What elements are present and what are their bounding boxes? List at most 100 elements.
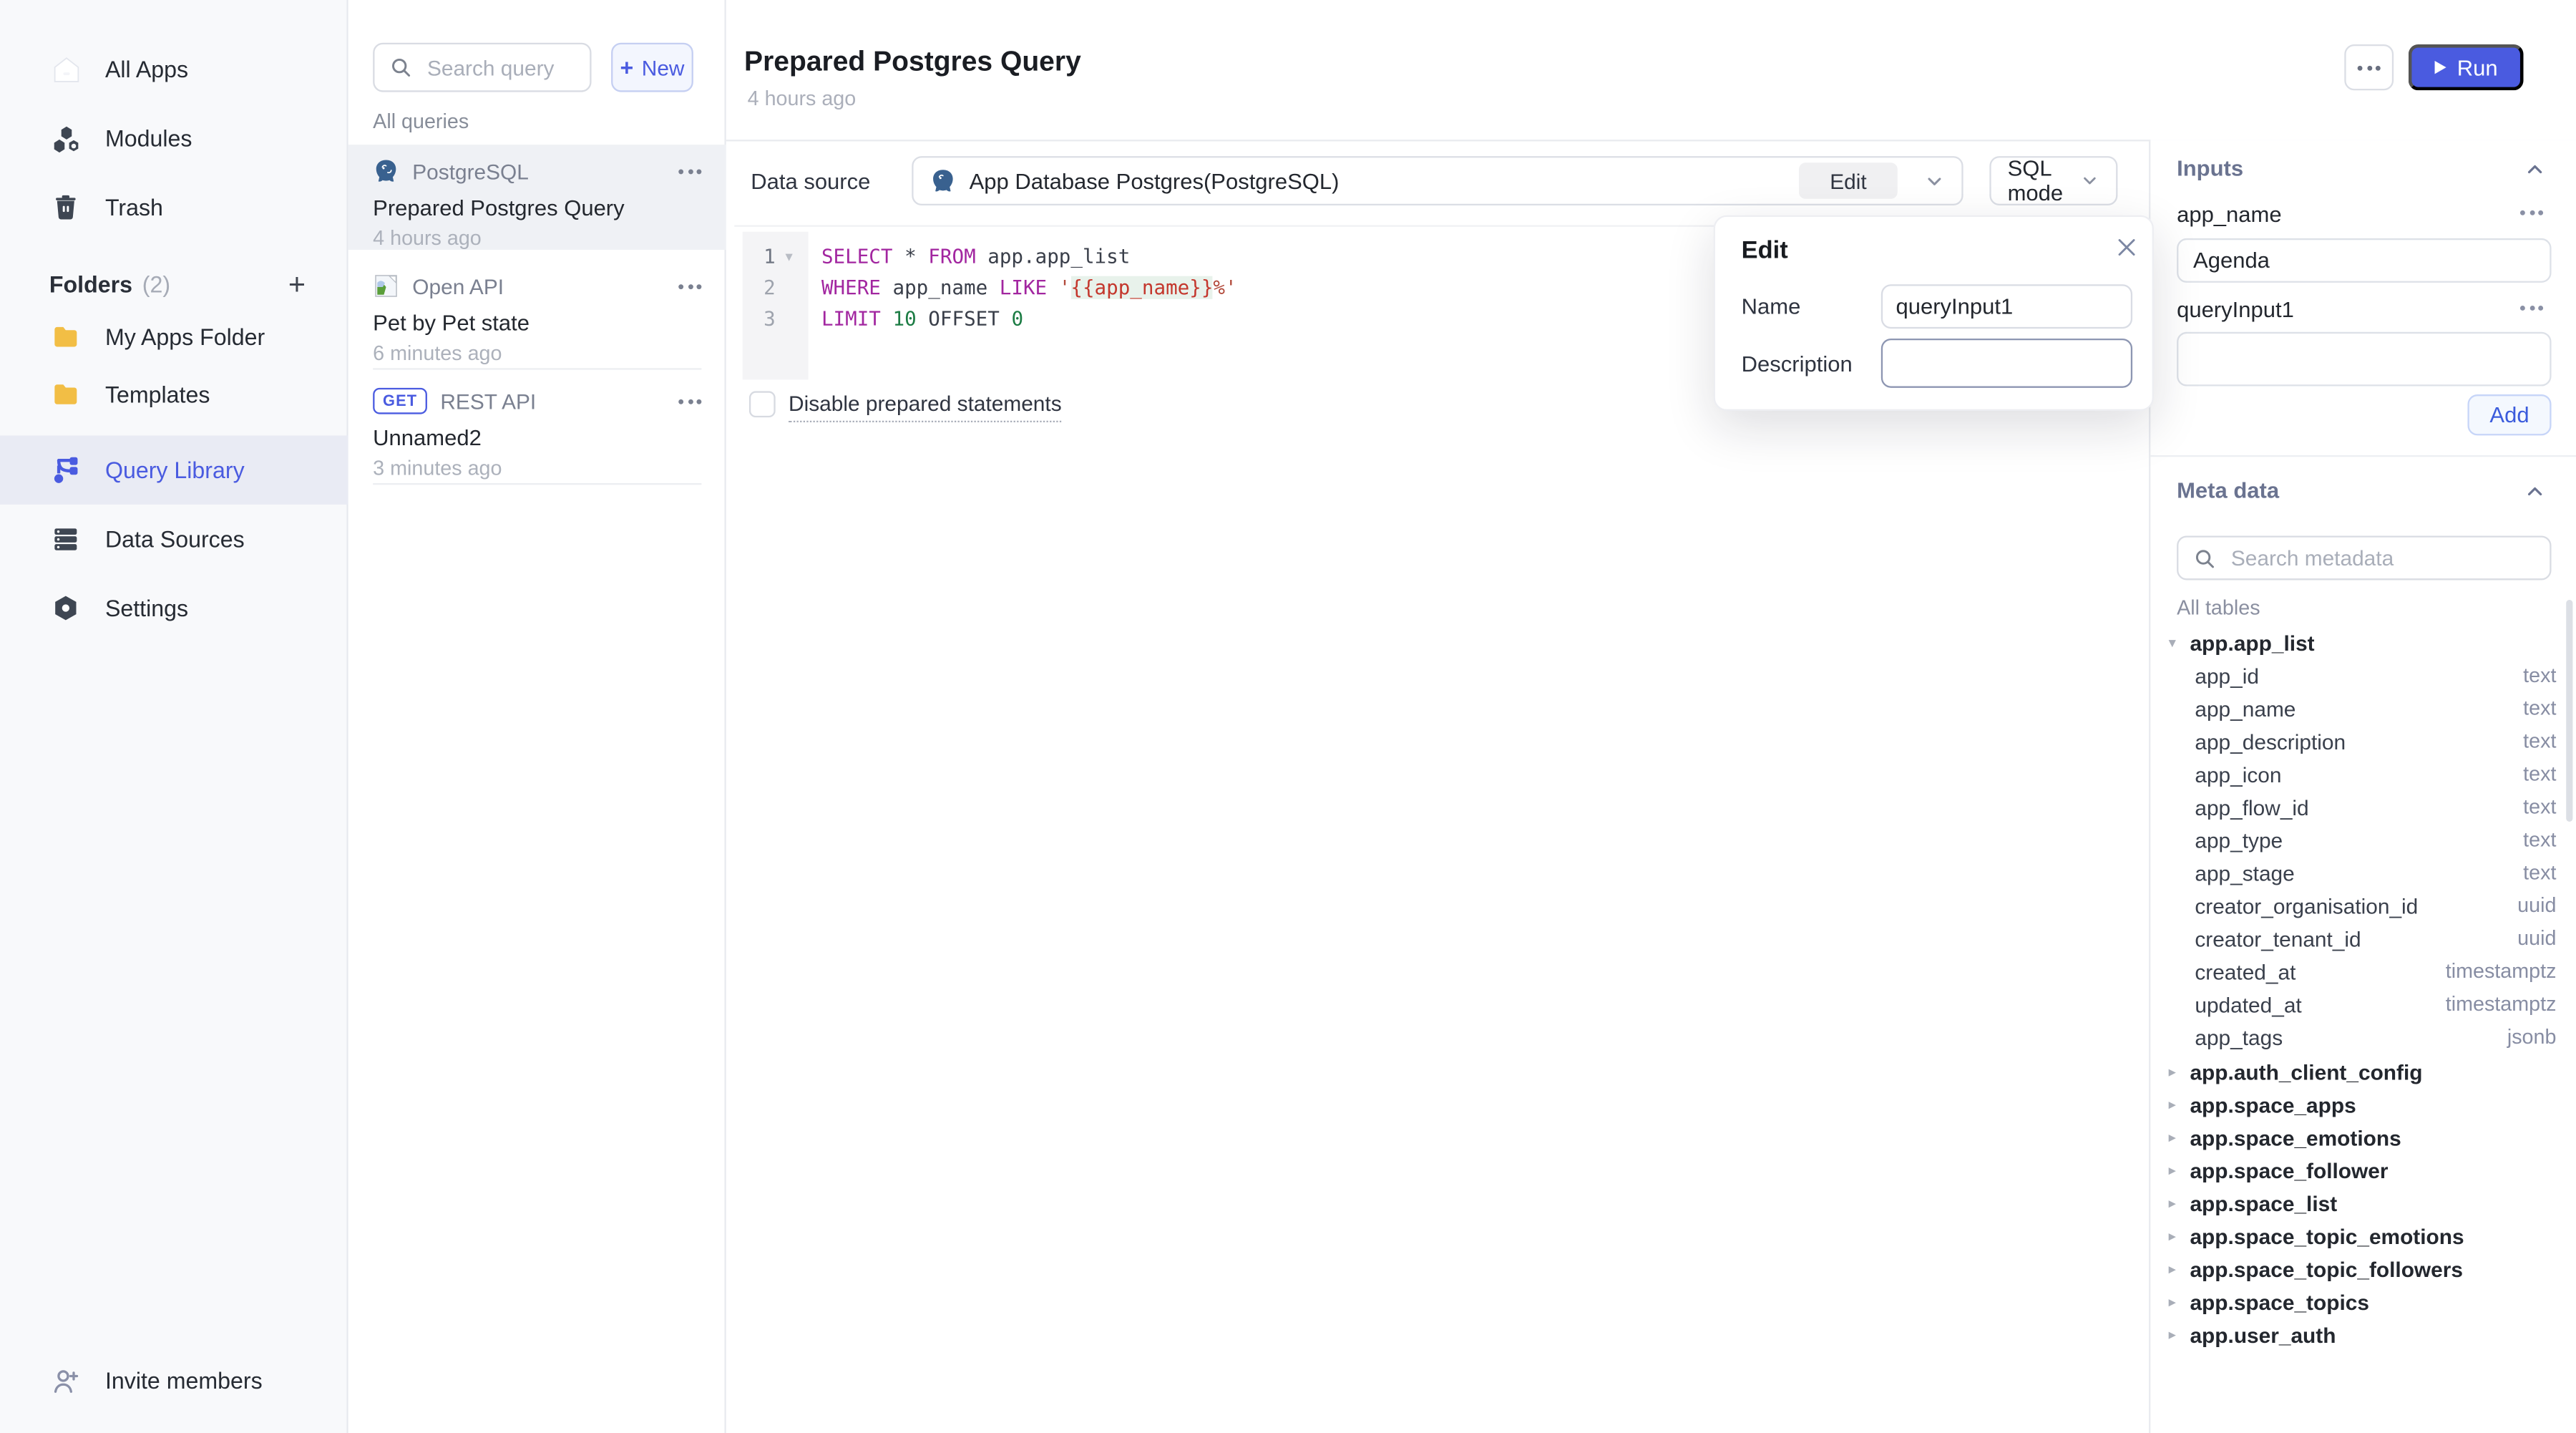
column-row[interactable]: app_stagetext xyxy=(2169,856,2557,889)
sidebar-item-my-apps-folder[interactable]: My Apps Folder xyxy=(0,309,348,365)
sidebar-item-modules[interactable]: Modules xyxy=(0,104,348,173)
play-icon xyxy=(2434,61,2446,74)
sidebar-item-query-library[interactable]: Query Library xyxy=(0,435,348,504)
add-input-button[interactable]: Add xyxy=(2467,394,2551,435)
folders-count: (2) xyxy=(142,271,170,298)
table-name: app.space_follower xyxy=(2190,1157,2388,1182)
invite-members-button[interactable]: Invite members xyxy=(0,1351,348,1410)
close-icon[interactable] xyxy=(2114,235,2139,259)
table-row-collapsed[interactable]: ▸app.space_topic_followers xyxy=(2169,1252,2557,1285)
new-query-button[interactable]: + New xyxy=(611,43,693,92)
column-type: text xyxy=(2523,664,2556,687)
sql-code-line[interactable]: SELECT * FROM app.app_list xyxy=(821,242,1130,273)
chevron-up-icon[interactable] xyxy=(2524,480,2547,502)
popup-name-label: Name xyxy=(1742,294,1801,319)
column-type: uuid xyxy=(2517,927,2556,950)
page-title: Prepared Postgres Query xyxy=(744,46,1081,79)
column-row[interactable]: app_tagsjsonb xyxy=(2169,1021,2557,1054)
folders-header: Folders (2) + xyxy=(0,263,348,306)
query-item-prepared-postgres[interactable]: PostgreSQL Prepared Postgres Query 4 hou… xyxy=(348,145,726,250)
table-row-collapsed[interactable]: ▸app.user_auth xyxy=(2169,1318,2557,1351)
sidebar-item-templates[interactable]: Templates xyxy=(0,366,348,422)
table-row-expanded[interactable]: ▾ app.app_list xyxy=(2169,626,2557,661)
more-menu-icon[interactable] xyxy=(678,399,701,404)
line-number: 1 xyxy=(749,242,776,273)
caret-right-icon[interactable]: ▸ xyxy=(2169,1326,2190,1344)
query-search-box[interactable] xyxy=(373,43,591,92)
more-menu-icon[interactable] xyxy=(678,283,701,288)
column-row[interactable]: app_nametext xyxy=(2169,692,2557,725)
edit-datasource-chip[interactable]: Edit xyxy=(1799,162,1898,199)
inputs-section-header: Inputs xyxy=(2177,156,2243,180)
sidebar-item-all-apps[interactable]: All Apps xyxy=(0,34,348,103)
caret-right-icon[interactable]: ▸ xyxy=(2169,1095,2190,1113)
column-row[interactable]: creator_organisation_iduuid xyxy=(2169,889,2557,922)
page-subtitle: 4 hours ago xyxy=(748,87,857,110)
column-row[interactable]: app_icontext xyxy=(2169,757,2557,790)
caret-right-icon[interactable]: ▸ xyxy=(2169,1293,2190,1311)
sidebar-item-label: Templates xyxy=(105,382,210,408)
query-search-input[interactable] xyxy=(424,54,575,82)
sql-code-line[interactable]: LIMIT 10 OFFSET 0 xyxy=(821,304,1023,336)
sql-mode-value: SQL mode xyxy=(2008,156,2070,205)
add-folder-icon[interactable]: + xyxy=(288,270,306,299)
caret-right-icon[interactable]: ▸ xyxy=(2169,1227,2190,1245)
caret-right-icon[interactable]: ▸ xyxy=(2169,1062,2190,1080)
query-time: 4 hours ago xyxy=(373,227,701,250)
column-type: timestamptz xyxy=(2446,960,2557,983)
sidebar-item-label: Data Sources xyxy=(105,526,245,553)
query-name: Prepared Postgres Query xyxy=(373,195,701,220)
sidebar-item-settings[interactable]: Settings xyxy=(0,573,348,642)
column-row[interactable]: updated_attimestamptz xyxy=(2169,988,2557,1021)
caret-right-icon[interactable]: ▸ xyxy=(2169,1194,2190,1212)
popup-description-input[interactable] xyxy=(1881,339,2132,388)
disable-prepared-statements-checkbox[interactable] xyxy=(749,391,776,417)
sidebar-item-trash[interactable]: Trash xyxy=(0,173,348,241)
column-row[interactable]: app_flow_idtext xyxy=(2169,790,2557,823)
new-query-label: New xyxy=(642,55,685,79)
trash-icon xyxy=(49,190,82,223)
column-row[interactable]: app_typetext xyxy=(2169,823,2557,856)
caret-right-icon[interactable]: ▸ xyxy=(2169,1128,2190,1146)
data-source-select[interactable]: App Database Postgres(PostgreSQL) Edit xyxy=(912,156,1963,205)
column-type: text xyxy=(2523,729,2556,752)
http-method-badge: GET xyxy=(373,388,427,414)
column-row[interactable]: creator_tenant_iduuid xyxy=(2169,922,2557,955)
run-button[interactable]: Run xyxy=(2409,44,2524,90)
table-row-collapsed[interactable]: ▸app.space_list xyxy=(2169,1187,2557,1220)
app-name-input[interactable] xyxy=(2177,238,2551,283)
table-row-collapsed[interactable]: ▸app.space_topic_emotions xyxy=(2169,1220,2557,1253)
query-list-divider xyxy=(373,483,701,485)
caret-right-icon[interactable]: ▸ xyxy=(2169,1161,2190,1179)
data-sources-icon xyxy=(49,523,82,555)
caret-right-icon[interactable]: ▸ xyxy=(2169,1260,2190,1278)
table-row-collapsed[interactable]: ▸app.space_apps xyxy=(2169,1088,2557,1121)
table-row-collapsed[interactable]: ▸app.space_follower xyxy=(2169,1154,2557,1187)
chevron-up-icon[interactable] xyxy=(2524,157,2547,180)
query-item-unnamed2[interactable]: GET REST API Unnamed2 3 minutes ago xyxy=(348,374,726,480)
fold-caret-icon[interactable]: ▾ xyxy=(785,248,792,266)
metadata-search-input[interactable] xyxy=(2228,544,2534,572)
column-row[interactable]: app_description text xyxy=(2169,725,2557,758)
header-more-button[interactable] xyxy=(2344,44,2394,90)
column-name: app_description xyxy=(2169,729,2346,753)
query-item-pet-by-pet-state[interactable]: Open API Pet by Pet state 6 minutes ago xyxy=(348,260,726,365)
metadata-search-box[interactable] xyxy=(2177,535,2551,580)
sql-mode-select[interactable]: SQL mode xyxy=(1989,156,2117,205)
sidebar-item-data-sources[interactable]: Data Sources xyxy=(0,505,348,573)
more-menu-icon[interactable] xyxy=(2520,306,2543,311)
column-row[interactable]: app_idtext xyxy=(2169,659,2557,692)
more-menu-icon[interactable] xyxy=(678,168,701,173)
sql-code-line[interactable]: WHERE app_name LIKE '{{app_name}}%' xyxy=(821,273,1237,304)
caret-down-icon[interactable]: ▾ xyxy=(2169,634,2190,652)
query-input1-input[interactable] xyxy=(2177,332,2551,387)
table-row-collapsed[interactable]: ▸app.space_emotions xyxy=(2169,1121,2557,1154)
home-icon xyxy=(49,52,82,85)
scrollbar-thumb[interactable] xyxy=(2566,600,2572,822)
more-menu-icon[interactable] xyxy=(2520,210,2543,215)
popup-name-input[interactable] xyxy=(1881,284,2132,329)
table-row-collapsed[interactable]: ▸app.space_topics xyxy=(2169,1285,2557,1318)
table-row-collapsed[interactable]: ▸app.auth_client_config xyxy=(2169,1055,2557,1088)
input-field-label: queryInput1 xyxy=(2177,298,2294,322)
column-row[interactable]: created_attimestamptz xyxy=(2169,955,2557,988)
